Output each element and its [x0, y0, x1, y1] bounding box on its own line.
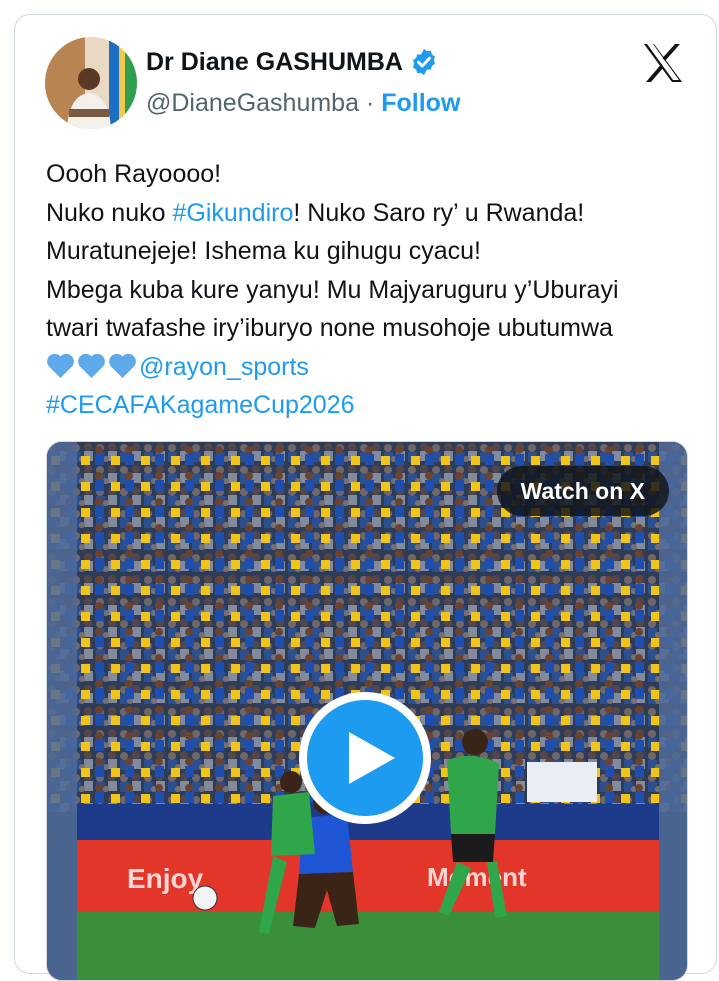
author-name[interactable]: Dr Diane GASHUMBA [146, 48, 403, 77]
hashtag-cecafa-link[interactable]: #CECAFAKagameCup2026 [46, 386, 706, 425]
watch-on-x-button[interactable]: Watch on X [496, 466, 669, 516]
light-blue-heart-icon [77, 352, 106, 379]
tweet-line-5: twari twafashe iry’iburyo none musohoje … [46, 314, 613, 342]
light-blue-heart-icon [108, 352, 137, 379]
tweet-line-1: Oooh Rayoooo! [46, 160, 222, 188]
avatar[interactable] [45, 37, 137, 129]
author-handle[interactable]: @DianeGashumba [146, 89, 359, 117]
light-blue-heart-icon [46, 352, 75, 379]
video-player[interactable]: Enjoy Moment Watch on X [46, 441, 688, 981]
separator-dot: · [365, 89, 375, 117]
banner-text-left: Enjoy [127, 863, 204, 894]
author-name-row[interactable]: Dr Diane GASHUMBA [146, 47, 439, 77]
follow-button[interactable]: Follow [381, 89, 460, 117]
handle-row: @DianeGashumba · Follow [146, 89, 460, 118]
tweet-line-4: Mbega kuba kure yanyu! Mu Majyaruguru y’… [46, 275, 619, 304]
tweet-card: Dr Diane GASHUMBA @DianeGashumba · Follo… [14, 14, 717, 981]
banner-text-mid: Moment [427, 862, 527, 892]
tweet-line-2: Nuko nuko #Gikundiro! Nuko Saro ry’ u Rw… [46, 194, 706, 233]
hashtag-gikundiro-link[interactable]: #Gikundiro [172, 199, 293, 227]
tweet-line-3: Muratunejeje! Ishema ku gihugu cyacu! [46, 237, 481, 265]
tweet-line-2-start: Nuko nuko [46, 198, 173, 227]
x-logo-icon[interactable] [642, 43, 684, 83]
tweet-text: Oooh Rayoooo! Nuko nuko #Gikundiro! Nuko… [46, 155, 706, 425]
tweet-line-2-end: ! Nuko Saro ry’ u Rwanda! [293, 198, 585, 227]
verified-badge-icon [409, 47, 439, 77]
mention-rayon-sports-link[interactable]: @rayon_sports [139, 353, 309, 381]
tweet-line-6: @rayon_sports [46, 348, 706, 387]
play-icon[interactable] [299, 692, 431, 824]
